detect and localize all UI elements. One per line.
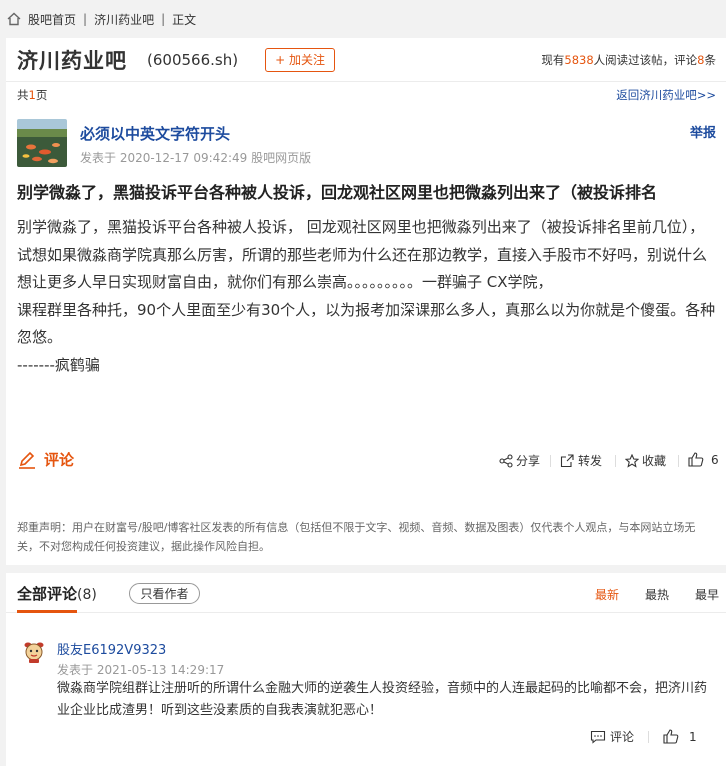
post-paragraph: 课程群里各种托，90个人里面至少有30个人，以为报考加深课那么多人，真那么以为你… <box>17 300 716 347</box>
thumbs-up-icon <box>663 729 679 744</box>
divider <box>615 455 616 467</box>
comment-reply-label: 评论 <box>610 730 635 744</box>
sort-earliest[interactable]: 最早 <box>695 586 719 603</box>
comment-count: 8 <box>697 53 705 67</box>
read-stats: 现有5838人阅读过该帖，评论8条 <box>541 52 716 68</box>
read-prefix: 现有 <box>541 53 565 67</box>
collect-button[interactable]: 收藏 <box>625 452 666 469</box>
read-count: 5838 <box>564 53 594 67</box>
comment-button[interactable]: 评论 <box>17 449 74 470</box>
sort-hottest[interactable]: 最热 <box>645 586 669 603</box>
comment-button-label: 评论 <box>44 451 75 469</box>
breadcrumb-bar-link[interactable]: 济川药业吧 <box>94 11 154 28</box>
sort-newest[interactable]: 最新 <box>595 586 619 603</box>
forward-button[interactable]: 转发 <box>560 452 602 469</box>
bar-title[interactable]: 济川药业吧 <box>17 45 127 75</box>
post-action-bar: 评论 分享 转发 收藏 6 <box>17 446 719 476</box>
divider <box>550 455 551 467</box>
tab-all-label: 全部评论 <box>17 585 78 603</box>
post-paragraph: -------疯鹤骗 <box>17 355 100 374</box>
author-avatar[interactable] <box>17 119 67 167</box>
like-button[interactable]: 6 <box>688 452 719 467</box>
share-icon <box>499 453 513 468</box>
avatar[interactable] <box>22 640 46 664</box>
follow-button[interactable]: + 加关注 <box>265 47 336 72</box>
page-suffix: 页 <box>35 88 48 102</box>
home-icon[interactable] <box>6 11 22 27</box>
pencil-icon <box>19 451 35 469</box>
comment-like-count: 1 <box>689 729 697 744</box>
page-number: 1 <box>28 88 36 102</box>
comments-section: 全部评论(8) 只看作者 最新 最热 最早 股友E6192V9323 发表于 2… <box>6 573 726 766</box>
page-count: 共1页 <box>17 87 47 103</box>
thumbs-up-icon <box>688 452 704 467</box>
divider <box>678 455 679 467</box>
comment-time: 发表于 2021-05-13 14:29:17 <box>57 663 225 677</box>
disclaimer: 郑重声明：用户在财富号/股吧/博客社区发表的所有信息（包括但不限于文字、视频、音… <box>17 521 696 553</box>
post-paragraph: 别学微淼了，黑猫投诉平台各种被人投诉， 回龙观社区网里也把微淼列出来了（被投诉排… <box>17 218 708 292</box>
comment-text: 微淼商学院组群让注册听的所谓什么金融大师的逆袭生人投资经验，音频中的人连最起码的… <box>57 681 708 718</box>
like-count: 6 <box>711 452 719 467</box>
post-body: 别学微淼了，黑猫投诉平台各种被人投诉， 回龙观社区网里也把微淼列出来了（被投诉排… <box>17 214 717 380</box>
post-author-name[interactable]: 必须以中英文字符开头 <box>80 123 230 144</box>
comments-tabs: 全部评论(8) 只看作者 最新 最热 最早 <box>6 573 726 613</box>
only-author-button[interactable]: 只看作者 <box>129 583 200 604</box>
share-label: 分享 <box>516 454 541 468</box>
forward-icon <box>560 453 574 467</box>
comment-actions: 评论 1 <box>590 728 697 745</box>
comment-suffix: 条 <box>704 53 717 67</box>
star-icon <box>625 453 639 468</box>
post-title: 别学微淼了，黑猫投诉平台各种被人投诉，回龙观社区网里也把微淼列出来了（被投诉排名 <box>17 183 658 202</box>
comment-icon <box>590 730 606 744</box>
breadcrumb-separator: | <box>161 12 166 26</box>
tab-all-comments[interactable]: 全部评论(8) <box>17 583 97 604</box>
page-prefix: 共 <box>17 88 29 102</box>
report-link[interactable]: 举报 <box>690 122 716 141</box>
breadcrumb: 股吧首页 | 济川药业吧 | 正文 <box>0 0 726 38</box>
breadcrumb-separator: | <box>83 12 88 26</box>
comment-reply-button[interactable]: 评论 <box>590 728 634 745</box>
stock-code[interactable]: (600566.sh) <box>147 51 238 69</box>
bar-header: 济川药业吧 (600566.sh) + 加关注 现有5838人阅读过该帖，评论8… <box>6 38 726 82</box>
divider <box>648 730 650 743</box>
comment-user-name[interactable]: 股友E6192V9323 <box>57 639 166 658</box>
forward-label: 转发 <box>578 454 603 468</box>
collect-label: 收藏 <box>642 454 667 468</box>
breadcrumb-home-link[interactable]: 股吧首页 <box>28 11 76 28</box>
back-to-bar-link[interactable]: 返回济川药业吧>> <box>616 87 716 103</box>
read-suffix: 人阅读过该帖，评论 <box>593 53 698 67</box>
active-tab-indicator <box>17 610 77 613</box>
tab-all-count: (8) <box>77 587 97 603</box>
post-card: 济川药业吧 (600566.sh) + 加关注 现有5838人阅读过该帖，评论8… <box>6 38 726 565</box>
share-button[interactable]: 分享 <box>499 452 540 469</box>
breadcrumb-current: 正文 <box>172 12 197 27</box>
comment-like-button[interactable]: 1 <box>663 729 697 744</box>
post-meta: 发表于 2020-12-17 09:42:49 股吧网页版 <box>80 151 312 165</box>
